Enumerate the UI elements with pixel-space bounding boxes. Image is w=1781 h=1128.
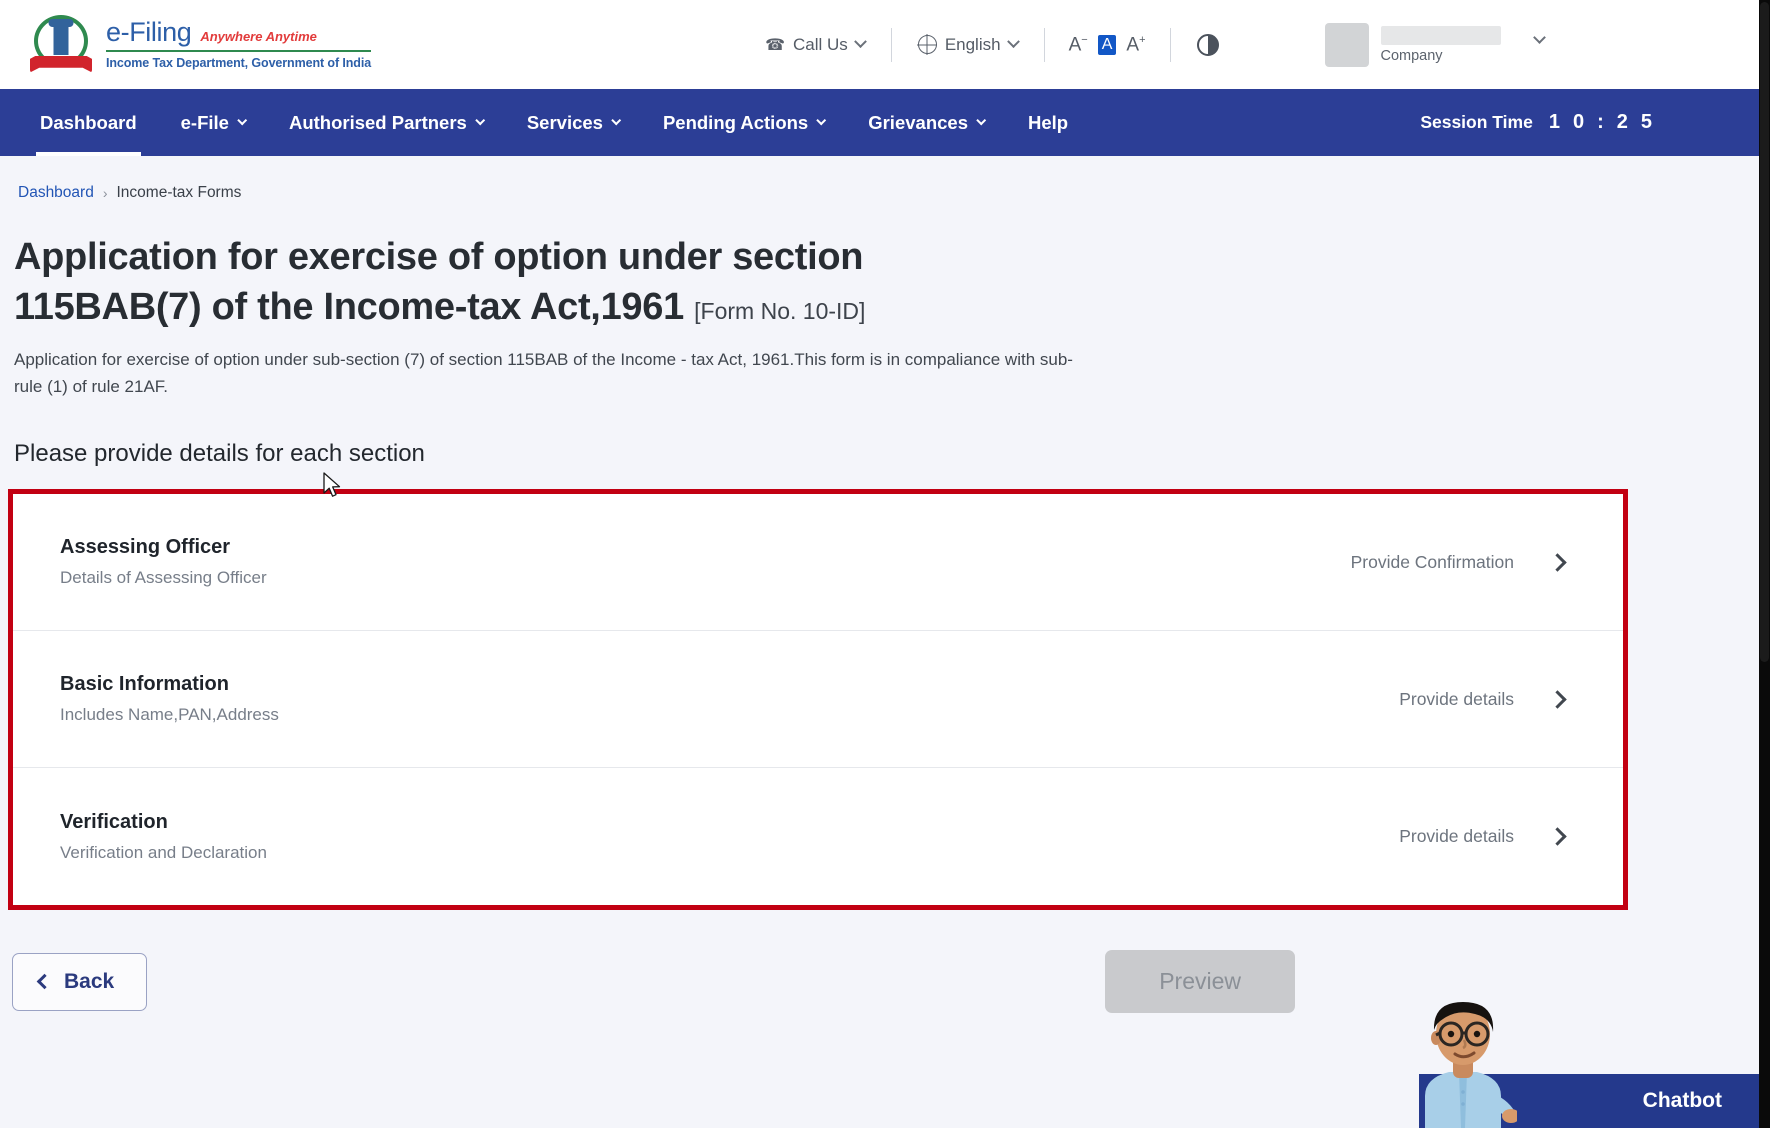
section-subtitle: Verification and Declaration [60, 842, 267, 862]
brand-name: e-Filing [106, 17, 192, 48]
section-action-label: Provide Confirmation [1350, 551, 1514, 572]
brand-tagline: Anywhere Anytime [200, 29, 317, 45]
chevron-right-icon [1548, 689, 1567, 709]
breadcrumb-dashboard-link[interactable]: Dashboard [18, 184, 94, 202]
user-name-redacted [1380, 25, 1501, 45]
form-footer-actions: Back Preview [12, 950, 1632, 1014]
chevron-down-icon [816, 115, 827, 126]
nav-item-help[interactable]: Help [1006, 89, 1090, 156]
breadcrumb-current: Income-tax Forms [116, 184, 242, 201]
chevron-left-icon [36, 973, 53, 990]
section-action-label: Provide details [1399, 826, 1514, 847]
session-colon: : [1597, 111, 1604, 133]
chevron-down-icon [611, 115, 622, 126]
nav-item-authorised-partners[interactable]: Authorised Partners [267, 89, 505, 156]
user-role-label: Company [1380, 47, 1443, 64]
main-navigation: Dashboard e-File Authorised Partners Ser… [0, 89, 1770, 156]
page-title: Application for exercise of option under… [14, 232, 874, 332]
session-digit: 1 [1548, 111, 1560, 133]
back-button-label: Back [64, 969, 115, 993]
session-digit: 2 [1616, 111, 1628, 133]
call-us-label: Call Us [793, 34, 848, 54]
font-normal-button[interactable]: A [1097, 34, 1117, 55]
section-title: Basic Information [60, 673, 229, 696]
brand-subtitle: Income Tax Department, Government of Ind… [106, 56, 372, 71]
breadcrumb: Dashboard › Income-tax Forms [14, 156, 1770, 202]
chevron-down-icon [1532, 31, 1546, 44]
nav-item-pending-actions[interactable]: Pending Actions [641, 89, 846, 156]
font-size-controls: A− A A+ [1045, 34, 1170, 55]
section-row-basic-information[interactable]: Basic Information Includes Name,PAN,Addr… [13, 631, 1623, 769]
session-digit: 5 [1640, 111, 1652, 133]
page-content: Dashboard › Income-tax Forms Application… [0, 156, 1770, 1014]
nav-label: Services [526, 111, 603, 133]
nav-item-grievances[interactable]: Grievances [846, 89, 1006, 156]
section-action-label: Provide details [1399, 688, 1514, 709]
language-menu[interactable]: English [892, 35, 1044, 55]
chatbot-label: Chatbot [1642, 1089, 1722, 1112]
section-subtitle: Includes Name,PAN,Address [60, 705, 279, 725]
section-title: Verification [60, 810, 168, 833]
font-decrease-button[interactable]: A− [1069, 34, 1088, 54]
chevron-down-icon [237, 115, 248, 126]
section-row-verification[interactable]: Verification Verification and Declaratio… [13, 768, 1623, 906]
section-subtitle: Details of Assessing Officer [60, 568, 267, 588]
globe-icon [917, 35, 937, 54]
nav-label: Pending Actions [662, 111, 809, 133]
language-label: English [944, 34, 1001, 54]
scrollbar-thumb[interactable] [1760, 2, 1769, 662]
preview-button[interactable]: Preview [1105, 950, 1295, 1014]
site-header: e-Filing Anywhere Anytime Income Tax Dep… [0, 0, 1770, 89]
user-account-menu[interactable]: Company [1324, 22, 1546, 67]
chevron-right-icon [1548, 552, 1567, 572]
font-increase-button[interactable]: A+ [1126, 34, 1145, 54]
browser-viewport: e-Filing Anywhere Anytime Income Tax Dep… [0, 0, 1770, 1128]
chevron-right-icon [1548, 827, 1567, 846]
header-tools: ☎ Call Us English A− A A+ Company [739, 22, 1546, 67]
nav-label: Authorised Partners [288, 111, 467, 133]
contrast-icon [1196, 33, 1219, 56]
phone-icon: ☎ [765, 36, 786, 54]
form-number: [Form No. 10-ID] [694, 298, 866, 325]
brand-text: e-Filing Anywhere Anytime Income Tax Dep… [106, 19, 371, 70]
india-emblem-icon [30, 14, 92, 75]
nav-item-efile[interactable]: e-File [159, 89, 267, 156]
session-timer: Session Time 1 0 : 2 5 [1420, 111, 1652, 134]
nav-label: Dashboard [40, 111, 137, 133]
nav-item-services[interactable]: Services [505, 89, 641, 156]
section-title: Assessing Officer [60, 536, 231, 559]
chevron-down-icon [853, 35, 867, 49]
chatbot-avatar-icon[interactable] [1407, 988, 1517, 1128]
nav-label: Grievances [868, 111, 968, 133]
avatar [1324, 22, 1369, 67]
sections-list: Assessing Officer Details of Assessing O… [8, 489, 1628, 911]
page-description: Application for exercise of option under… [14, 350, 1073, 397]
back-button[interactable]: Back [12, 952, 148, 1011]
site-logo[interactable]: e-Filing Anywhere Anytime Income Tax Dep… [30, 14, 371, 75]
vertical-scrollbar[interactable] [1759, 0, 1770, 1128]
chevron-down-icon [1006, 35, 1020, 49]
nav-label: Help [1027, 111, 1069, 133]
nav-label: e-File [180, 111, 229, 133]
chevron-down-icon [475, 115, 485, 126]
call-us-menu[interactable]: ☎ Call Us [739, 35, 891, 55]
session-digit: 0 [1572, 111, 1585, 133]
chevron-down-icon [976, 115, 987, 126]
contrast-toggle[interactable] [1171, 33, 1245, 56]
breadcrumb-separator-icon: › [102, 185, 108, 201]
section-prompt: Please provide details for each section [14, 440, 425, 468]
session-time-value: 1 0 : 2 5 [1549, 111, 1652, 134]
section-row-assessing-officer[interactable]: Assessing Officer Details of Assessing O… [13, 494, 1623, 632]
nav-item-dashboard[interactable]: Dashboard [18, 89, 159, 156]
session-time-label: Session Time [1420, 112, 1533, 132]
